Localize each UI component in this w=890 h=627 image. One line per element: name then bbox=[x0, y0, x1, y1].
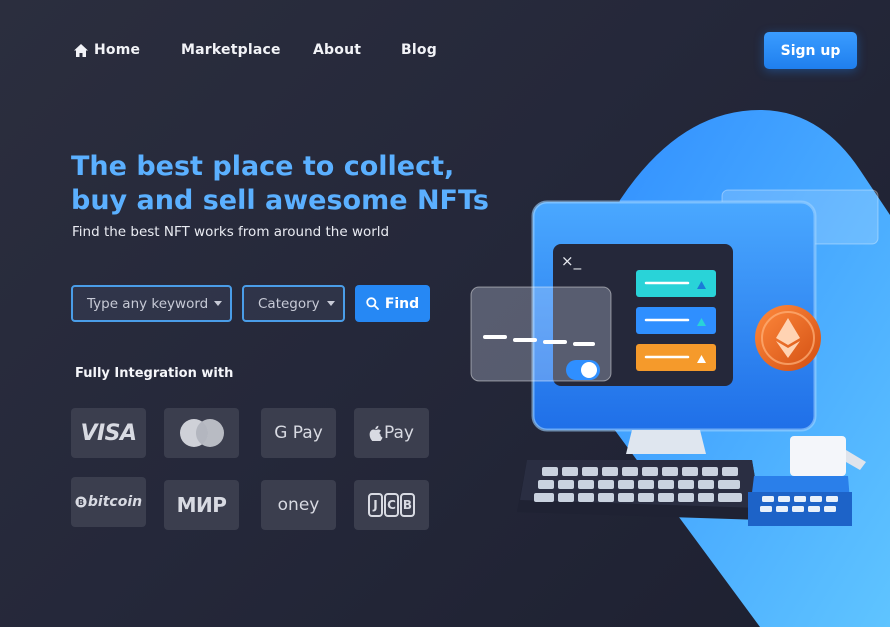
ethereum-coin-icon bbox=[755, 305, 821, 371]
monitor-stand bbox=[626, 430, 706, 454]
chevron-down-icon bbox=[214, 301, 222, 306]
nav-home-link[interactable]: Home bbox=[74, 42, 140, 58]
find-button[interactable]: Find bbox=[355, 285, 430, 322]
jcb-letter-c: C bbox=[384, 493, 399, 517]
mastercard-logo bbox=[164, 408, 239, 458]
oney-text: oney bbox=[277, 495, 320, 515]
nav-home-label: Home bbox=[94, 42, 141, 58]
category-label: Category bbox=[258, 295, 320, 312]
nav-blog-link[interactable]: Blog bbox=[401, 42, 437, 58]
mir-logo: МИР bbox=[164, 480, 239, 530]
category-select[interactable]: Category bbox=[242, 285, 345, 322]
nav-marketplace-link[interactable]: Marketplace bbox=[181, 42, 281, 58]
jcb-letter-j: J bbox=[368, 493, 383, 517]
jcb-mark: J C B bbox=[368, 493, 415, 517]
visa-logo: VISA bbox=[71, 408, 146, 458]
oney-logo: oney bbox=[261, 480, 336, 530]
search-icon bbox=[366, 297, 379, 310]
google-pay-text: G Pay bbox=[274, 423, 323, 443]
top-nav: Home Marketplace About Blog Sign up bbox=[0, 0, 890, 100]
nav-about-link[interactable]: About bbox=[313, 42, 361, 58]
mir-text: МИР bbox=[176, 493, 227, 517]
apple-pay-logo: Pay bbox=[354, 408, 429, 458]
terminal-prompt: ×_ bbox=[561, 252, 582, 271]
apple-pay-text: Pay bbox=[384, 423, 414, 443]
sign-up-button[interactable]: Sign up bbox=[764, 32, 857, 69]
nft-computer-illustration: ×_ bbox=[470, 110, 890, 627]
hero-subtitle: Find the best NFT works from around the … bbox=[72, 224, 390, 240]
bitcoin-logo: B bitcoin bbox=[71, 477, 146, 527]
keyboard bbox=[517, 460, 762, 520]
keyword-search-input[interactable]: Type any keyword bbox=[71, 285, 232, 322]
google-pay-logo: G Pay bbox=[261, 408, 336, 458]
bitcoin-icon: B bbox=[75, 496, 87, 508]
hero-title: The best place to collect, buy and sell … bbox=[71, 151, 489, 216]
keyword-placeholder: Type any keyword bbox=[87, 295, 209, 312]
integration-title: Fully Integration with bbox=[75, 366, 234, 381]
svg-text:B: B bbox=[78, 498, 84, 507]
home-icon bbox=[74, 43, 88, 57]
jcb-logo: J C B bbox=[354, 480, 429, 530]
find-label: Find bbox=[384, 295, 420, 312]
bitcoin-text: bitcoin bbox=[87, 494, 143, 510]
apple-icon bbox=[369, 425, 383, 441]
visa-text: VISA bbox=[80, 420, 137, 446]
jcb-letter-b: B bbox=[400, 493, 415, 517]
mastercard-icon bbox=[179, 419, 224, 447]
chevron-down-icon bbox=[327, 301, 335, 306]
